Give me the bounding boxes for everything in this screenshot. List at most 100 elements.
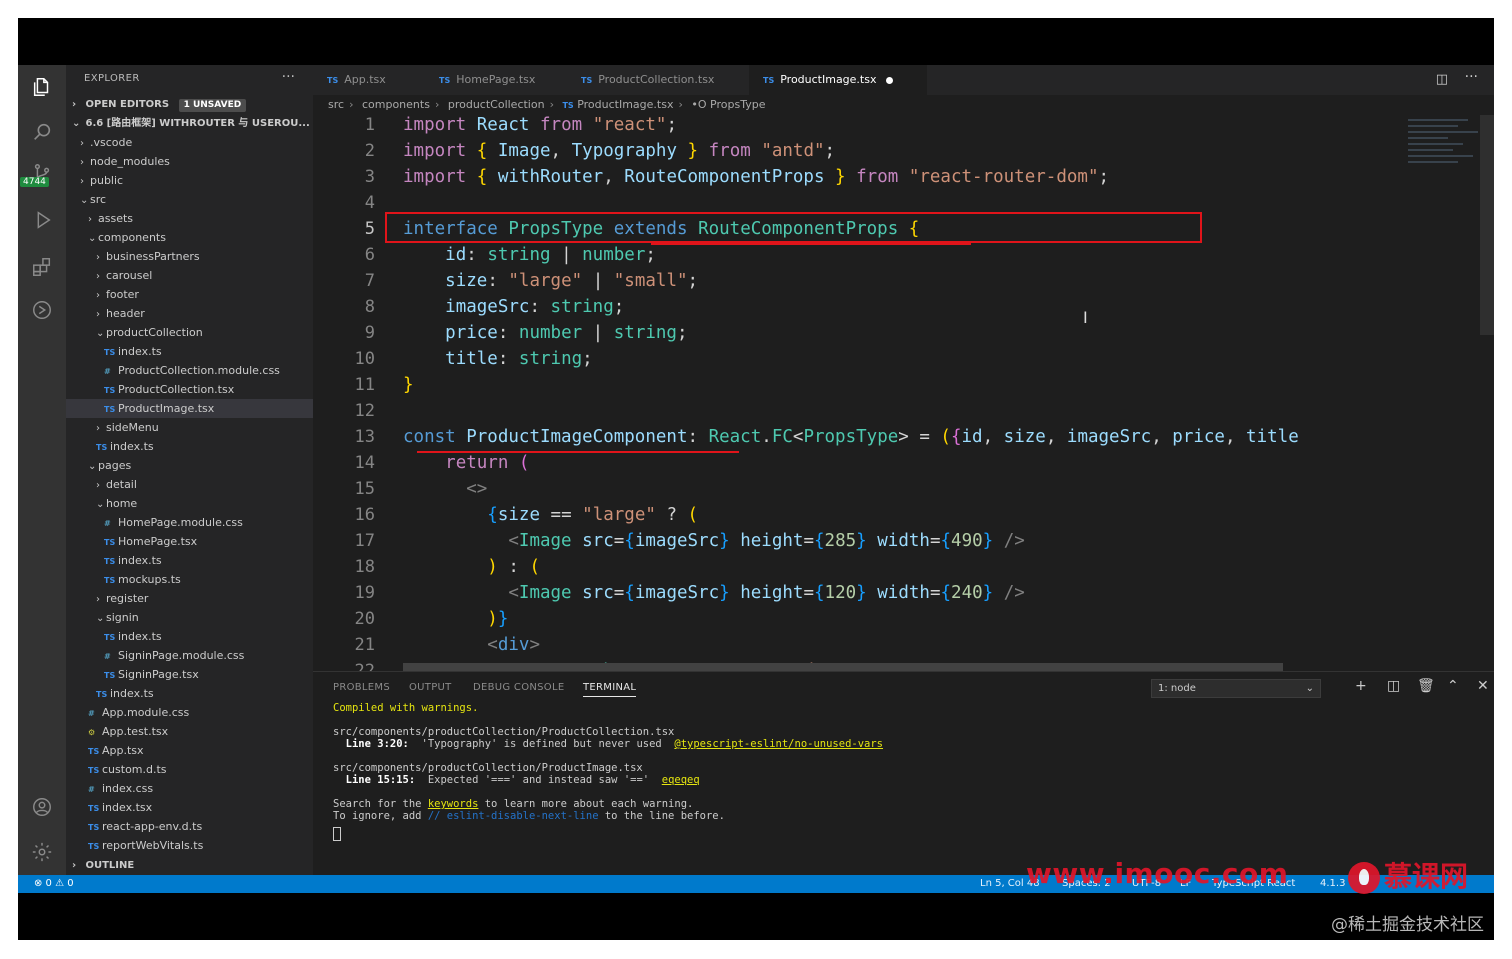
tree-file[interactable]: TS SigninPage.tsx xyxy=(66,665,313,684)
breadcrumb-productcollection[interactable]: productCollection xyxy=(448,98,545,111)
tree-folder[interactable]: ⌄ components xyxy=(66,228,313,247)
tree-file[interactable]: TS index.ts xyxy=(66,551,313,570)
breadcrumb-file[interactable]: ProductImage.tsx xyxy=(577,98,673,111)
tab-productimage-tsx[interactable]: TS ProductImage.tsx xyxy=(749,65,927,95)
code-editor[interactable]: 1 2 3 4 5 6 7 8 9 10 11 12 13 14 15 16 17 18 19 20 21 22 impo… xyxy=(313,115,1494,671)
tree-folder[interactable]: › sideMenu xyxy=(66,418,313,437)
search-icon[interactable] xyxy=(30,120,54,144)
open-editors-section[interactable]: › OPEN EDITORS 1 UNSAVED xyxy=(66,95,313,114)
line-number: 7 xyxy=(364,271,375,291)
tree-file[interactable]: # HomePage.module.css xyxy=(66,513,313,532)
tree-folder[interactable]: ⌄ productCollection xyxy=(66,323,313,342)
minimap[interactable] xyxy=(1408,115,1480,205)
breadcrumb-src[interactable]: src xyxy=(328,98,344,111)
tree-file[interactable]: TS index.ts xyxy=(66,684,313,703)
tree-file[interactable]: # App.module.css xyxy=(66,703,313,722)
account-icon[interactable] xyxy=(30,795,54,819)
tree-folder[interactable]: › assets xyxy=(66,209,313,228)
code-line[interactable]: import { Image, Typography } from "antd"… xyxy=(403,141,835,161)
code-line[interactable]: size: "large" | "small"; xyxy=(403,271,698,291)
breadcrumb-symbol[interactable]: PropsType xyxy=(710,98,765,111)
tree-file[interactable]: TS index.tsx xyxy=(66,798,313,817)
tree-folder[interactable]: ⌄ home xyxy=(66,494,313,513)
code-line[interactable]: return ( xyxy=(403,453,529,473)
warning-rule-link[interactable]: @typescript-eslint/no-unused-vars xyxy=(674,738,883,750)
tree-file[interactable]: TS index.ts xyxy=(66,342,313,361)
code-line[interactable]: <Image src={imageSrc} height={285} width… xyxy=(403,531,1024,551)
trash-icon[interactable]: 🗑 xyxy=(1417,678,1435,694)
breadcrumb-components[interactable]: components xyxy=(362,98,430,111)
code-line[interactable]: ) : ( xyxy=(403,557,540,577)
vertical-scrollbar[interactable] xyxy=(1480,115,1494,335)
code-line[interactable]: price: number | string; xyxy=(403,323,687,343)
tab-problems[interactable]: PROBLEMS xyxy=(333,682,390,693)
tree-folder[interactable]: › detail xyxy=(66,475,313,494)
outline-section[interactable]: › OUTLINE xyxy=(66,856,313,875)
project-root[interactable]: ⌄ 6.6 [路由框架] WITHROUTER 与 USEROU... xyxy=(66,114,313,133)
problems-status[interactable]: ⊗ 0 ⚠ 0 xyxy=(34,875,74,893)
code-line[interactable]: {size == "large" ? ( xyxy=(403,505,698,525)
code-line[interactable]: id: string | number; xyxy=(403,245,656,265)
warning-rule-link[interactable]: eqeqeq xyxy=(662,774,700,786)
extensions-icon[interactable] xyxy=(30,255,54,279)
code-line[interactable]: const ProductImageComponent: React.FC<Pr… xyxy=(403,427,1299,447)
close-icon[interactable]: ✕ xyxy=(1477,678,1489,694)
tree-file[interactable]: # ProductCollection.module.css xyxy=(66,361,313,380)
code-line[interactable]: <Image src={imageSrc} height={120} width… xyxy=(403,583,1024,603)
tab-productcollection-tsx[interactable]: TS ProductCollection.tsx xyxy=(567,65,751,95)
tab-homepage-tsx[interactable]: TS HomePage.tsx xyxy=(425,65,569,95)
tab-debug-console[interactable]: DEBUG CONSOLE xyxy=(473,682,564,693)
tree-folder[interactable]: ⌄ src xyxy=(66,190,313,209)
tree-file[interactable]: TS App.tsx xyxy=(66,741,313,760)
tab-output[interactable]: OUTPUT xyxy=(409,682,452,693)
tree-file[interactable]: TS index.ts xyxy=(66,627,313,646)
tree-file[interactable]: TS react-app-env.d.ts xyxy=(66,817,313,836)
tree-file[interactable]: TS ProductImage.tsx xyxy=(66,399,313,418)
tree-file[interactable]: TS reportWebVitals.ts xyxy=(66,836,313,855)
gear-icon[interactable] xyxy=(30,840,54,864)
ts-version[interactable]: 4.1.3 xyxy=(1320,875,1345,893)
code-line[interactable]: import { withRouter, RouteComponentProps… xyxy=(403,167,1109,187)
tab-terminal[interactable]: TERMINAL xyxy=(583,682,637,697)
tree-file[interactable]: TS HomePage.tsx xyxy=(66,532,313,551)
chevron-up-icon[interactable]: ⌃ xyxy=(1447,678,1459,694)
tree-file[interactable]: TS ProductCollection.tsx xyxy=(66,380,313,399)
tree-folder[interactable]: › businessPartners xyxy=(66,247,313,266)
tree-file[interactable]: # index.css xyxy=(66,779,313,798)
tree-folder[interactable]: › carousel xyxy=(66,266,313,285)
horizontal-scrollbar[interactable] xyxy=(403,663,1283,671)
more-actions-icon[interactable]: ··· xyxy=(282,69,295,85)
split-terminal-icon[interactable]: ◫ xyxy=(1387,678,1400,694)
terminal-select[interactable]: 1: node ⌄ xyxy=(1151,679,1321,698)
run-debug-icon[interactable] xyxy=(30,208,54,232)
tree-folder[interactable]: › .vscode xyxy=(66,133,313,152)
more-actions-icon[interactable]: ··· xyxy=(1465,69,1478,85)
terminal-cursor[interactable] xyxy=(333,827,341,841)
tree-file[interactable]: TS mockups.ts xyxy=(66,570,313,589)
tree-folder[interactable]: › footer xyxy=(66,285,313,304)
code-line[interactable]: )} xyxy=(403,609,508,629)
tree-item-label: HomePage.module.css xyxy=(118,516,243,529)
tree-folder[interactable]: ⌄ signin xyxy=(66,608,313,627)
tree-folder[interactable]: › public xyxy=(66,171,313,190)
tree-folder[interactable]: › header xyxy=(66,304,313,323)
files-icon[interactable] xyxy=(30,75,54,99)
tree-folder[interactable]: › node_modules xyxy=(66,152,313,171)
tree-folder[interactable]: › register xyxy=(66,589,313,608)
tree-file[interactable]: # SigninPage.module.css xyxy=(66,646,313,665)
code-line[interactable]: import React from "react"; xyxy=(403,115,677,135)
code-line[interactable]: title: string; xyxy=(403,349,593,369)
tree-file[interactable]: ⚙ App.test.tsx xyxy=(66,722,313,741)
tree-folder[interactable]: ⌄ pages xyxy=(66,456,313,475)
new-terminal-icon[interactable]: + xyxy=(1355,678,1367,694)
tree-file[interactable]: TS custom.d.ts xyxy=(66,760,313,779)
code-line[interactable]: imageSrc: string; xyxy=(403,297,624,317)
code-line[interactable]: <div> xyxy=(403,635,540,655)
remote-explorer-icon[interactable] xyxy=(30,298,54,322)
tab-app-tsx[interactable]: TS App.tsx xyxy=(313,65,427,95)
tree-file[interactable]: TS index.ts xyxy=(66,437,313,456)
split-editor-icon[interactable]: ◫ xyxy=(1436,72,1448,87)
keywords-link[interactable]: keywords xyxy=(428,798,479,810)
code-line[interactable]: <> xyxy=(403,479,487,499)
code-line[interactable]: } xyxy=(403,375,414,395)
